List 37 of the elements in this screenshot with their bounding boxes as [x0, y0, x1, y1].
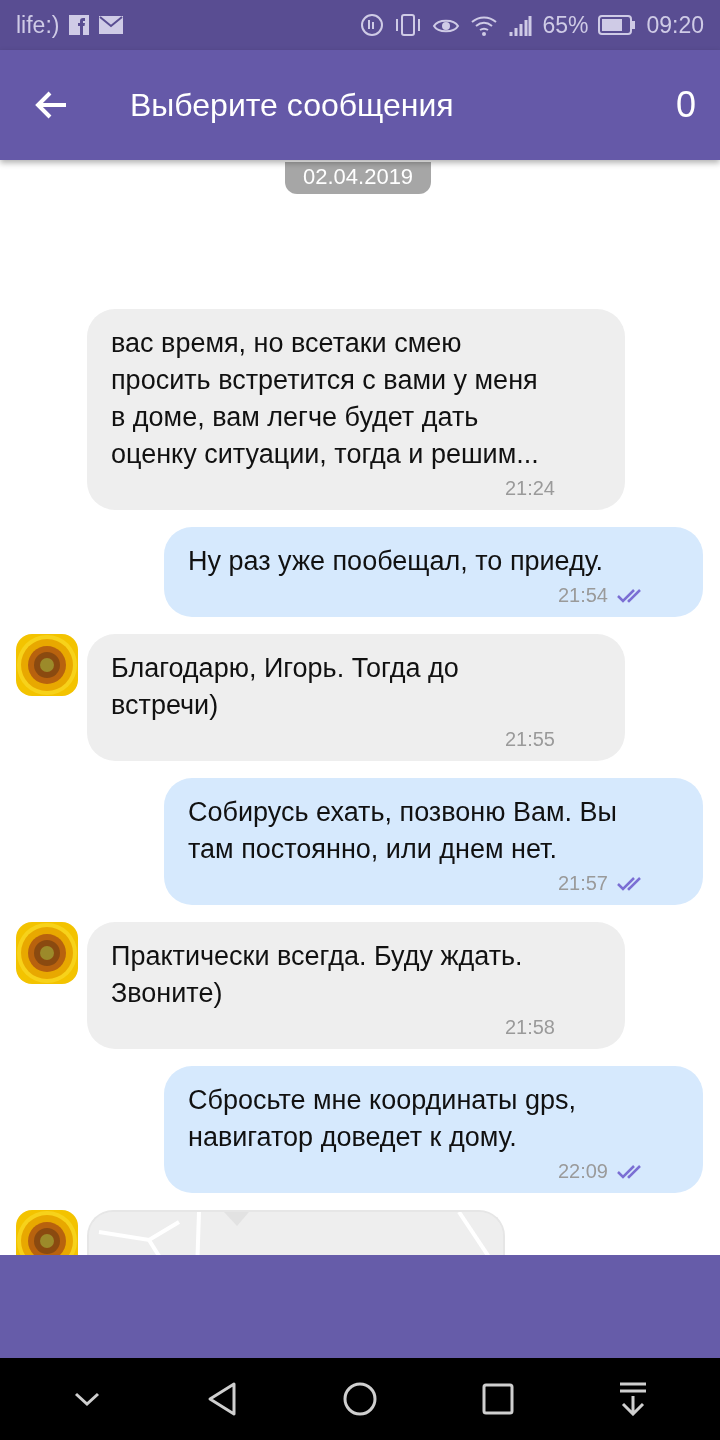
message-time: 21:55	[504, 728, 555, 751]
facebook-icon	[69, 15, 90, 35]
signal-icon	[508, 14, 533, 36]
battery-percent: 65%	[542, 11, 589, 39]
message-time: 21:24	[504, 477, 555, 500]
home-icon[interactable]	[342, 1381, 378, 1417]
message-text: Сбросьте мне координаты gps, навигатор доведет к дому.	[188, 1084, 578, 1154]
message-bubble[interactable]: Благодарю, Игорь. Тогда до встречи) 21:55	[87, 634, 625, 761]
message-text: вас время, но всетаки смею просить встретится с вами у меня в доме, вам легче будет дать оценку ситуации, тогда и решим...	[111, 327, 540, 471]
wifi-icon	[470, 14, 499, 36]
screen-title: Выберите сообщения	[130, 86, 455, 124]
message-bubble[interactable]: Собирусь ехать, позвоню Вам. Вы там постоянно, или днем нет. 21:57	[164, 778, 703, 905]
vibrate-icon	[394, 13, 423, 37]
message-time: 21:57	[557, 872, 608, 895]
battery-icon	[598, 15, 637, 35]
message-bubble[interactable]: Практически всегда. Буду ждать. Звоните) 21:58	[87, 922, 625, 1049]
message-text: Ну раз уже пообещал, то приеду.	[188, 545, 605, 578]
date-chip: 02.04.2019	[285, 162, 432, 194]
back-button[interactable]	[34, 90, 68, 120]
message-bubble[interactable]: Ну раз уже пообещал, то приеду. 21:54	[164, 527, 703, 617]
message-time: 22:09	[557, 1160, 608, 1183]
message-bubble[interactable]: вас время, но всетаки смею просить встретится с вами у меня в доме, вам легче будет дать оценку ситуации, тогда и решим... 21:24	[87, 309, 625, 510]
clock: 09:20	[646, 11, 704, 39]
mail-icon	[99, 16, 124, 34]
notification-pull-icon[interactable]	[618, 1382, 648, 1416]
message-text: Благодарю, Игорь. Тогда до встречи)	[111, 652, 460, 722]
message-time: 21:58	[504, 1016, 555, 1039]
selected-count: 0	[675, 84, 696, 126]
message-time: 21:54	[557, 584, 608, 607]
message-text: Практически всегда. Буду ждать. Звоните)	[111, 940, 524, 1010]
message-text: Собирусь ехать, позвоню Вам. Вы там постоянно, или днем нет.	[188, 796, 618, 866]
message-bubble[interactable]: Сбросьте мне координаты gps, навигатор доведет к дому. 22:09	[164, 1066, 703, 1193]
data-saver-icon	[360, 13, 385, 37]
back-icon[interactable]	[206, 1381, 238, 1417]
recents-icon[interactable]	[482, 1383, 514, 1415]
back-arrow-icon	[34, 90, 68, 120]
carrier-name: life:)	[16, 11, 60, 39]
